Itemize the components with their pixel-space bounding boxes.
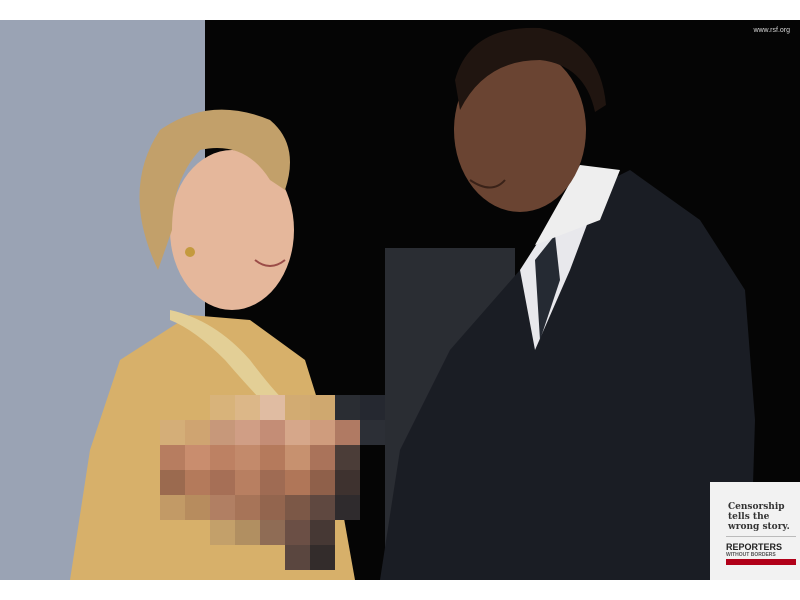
- man-figure: [380, 27, 755, 580]
- figures-illustration: [70, 27, 755, 580]
- slogan-card: Censorship tells the wrong story. REPORT…: [710, 482, 800, 580]
- slogan-headline: Censorship tells the wrong story.: [728, 502, 790, 532]
- brand-name: REPORTERS: [726, 542, 783, 552]
- advertisement-photo: www.rsf.org Censorship tells the wrong s…: [0, 20, 800, 580]
- website-url: www.rsf.org: [753, 27, 790, 34]
- divider: [726, 536, 796, 537]
- brand-subtitle: WITHOUT BORDERS: [726, 552, 776, 558]
- brand-red-bar: [726, 559, 796, 565]
